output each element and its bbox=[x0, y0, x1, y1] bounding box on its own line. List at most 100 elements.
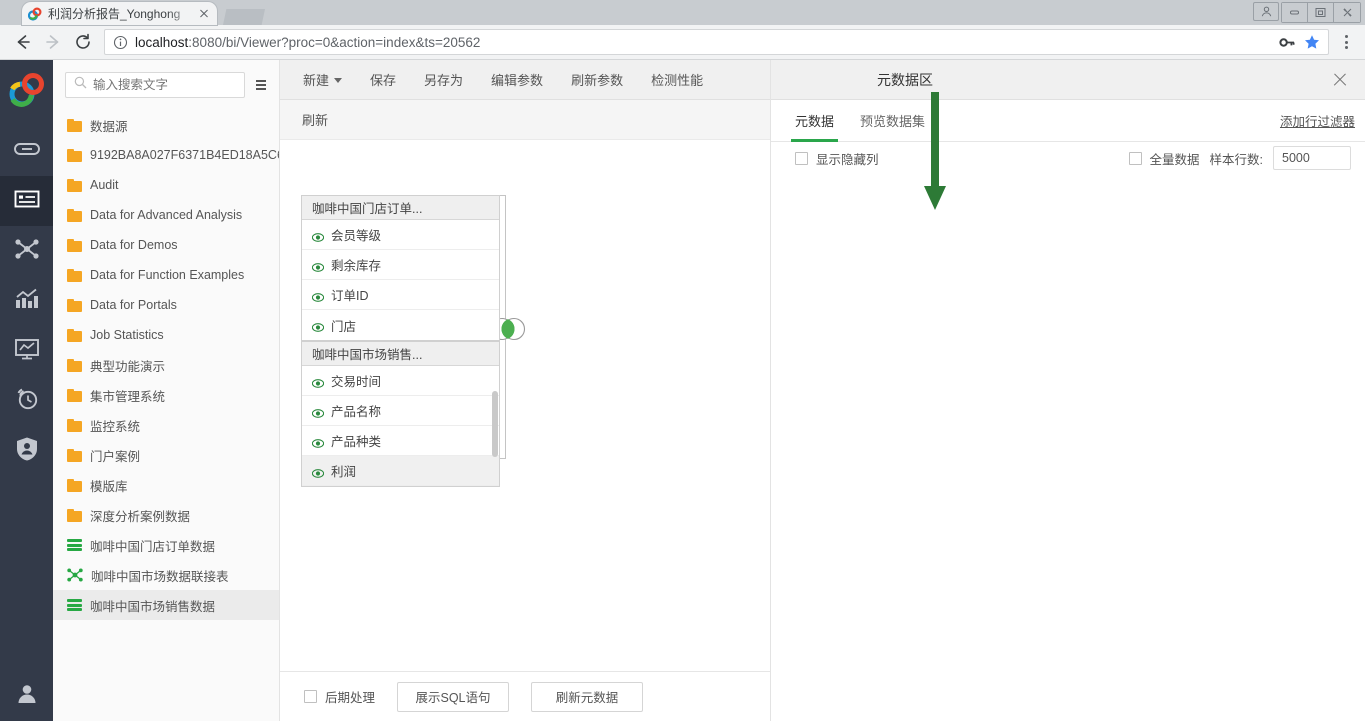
folder-icon bbox=[67, 178, 82, 192]
tree-item[interactable]: 门户案例 bbox=[53, 440, 279, 470]
back-arrow-icon[interactable] bbox=[8, 27, 38, 57]
tree-item-label: Data for Function Examples bbox=[90, 268, 245, 282]
yonghong-rings-logo bbox=[7, 70, 47, 110]
tree-item-label: 咖啡中国市场销售数据 bbox=[90, 599, 216, 614]
field-row[interactable]: 会员等级 bbox=[302, 220, 499, 250]
dataset-icon bbox=[67, 539, 82, 552]
minimize-icon[interactable] bbox=[1282, 3, 1308, 22]
toolbar-item-2[interactable]: 另存为 bbox=[411, 60, 476, 100]
tree-item-label: 咖啡中国市场数据联接表 bbox=[91, 569, 229, 584]
field-row[interactable]: 产品名称 bbox=[302, 396, 499, 426]
toolbar-item-4[interactable]: 刷新参数 bbox=[558, 60, 636, 100]
tree-item[interactable]: 集市管理系统 bbox=[53, 380, 279, 410]
sidebar-item-dashboard[interactable] bbox=[0, 326, 53, 376]
new-tab-button[interactable] bbox=[223, 9, 265, 25]
card-scrollbar[interactable] bbox=[492, 391, 498, 457]
checkbox-box[interactable] bbox=[1128, 151, 1142, 165]
tree-item[interactable]: 监控系统 bbox=[53, 410, 279, 440]
refresh-metadata-button[interactable]: 刷新元数据 bbox=[531, 681, 644, 712]
password-key-icon[interactable] bbox=[1279, 35, 1296, 50]
search-icon bbox=[74, 76, 87, 94]
tree-item[interactable]: 咖啡中国市场数据联接表 bbox=[53, 560, 279, 590]
source-table-card[interactable]: 咖啡中国门店订单... 会员等级 剩余库存 订单ID 门店 bbox=[301, 195, 500, 341]
left-icon-rail bbox=[0, 60, 53, 721]
tree-item[interactable]: 深度分析案例数据 bbox=[53, 500, 279, 530]
show-hidden-columns-checkbox[interactable]: 显示隐藏列 bbox=[795, 149, 879, 168]
tree-item[interactable]: 典型功能演示 bbox=[53, 350, 279, 380]
folder-icon bbox=[67, 298, 82, 312]
tree-item[interactable]: Job Statistics bbox=[53, 320, 279, 350]
source-table-card[interactable]: 咖啡中国市场销售... 交易时间 产品名称 产品种类 利润 bbox=[301, 341, 500, 487]
toolbar-item-1[interactable]: 保存 bbox=[357, 60, 409, 100]
toolbar-item-0[interactable]: 新建 bbox=[290, 60, 355, 100]
tree-item-label: 监控系统 bbox=[90, 419, 141, 434]
tree-item[interactable]: 9192BA8A027F6371B4ED18A5C6E bbox=[53, 140, 279, 170]
folder-icon bbox=[67, 418, 82, 432]
tree-item[interactable]: Data for Portals bbox=[53, 290, 279, 320]
tree-item[interactable]: 咖啡中国市场销售数据 bbox=[53, 590, 279, 620]
toolbar-item-3[interactable]: 编辑参数 bbox=[478, 60, 556, 100]
restore-icon[interactable] bbox=[1308, 3, 1334, 22]
chrome-menu-icon[interactable] bbox=[1335, 27, 1357, 57]
show-sql-button[interactable]: 展示SQL语句 bbox=[397, 681, 510, 712]
refresh-label[interactable]: 刷新 bbox=[302, 110, 328, 129]
tree-item[interactable]: 数据源 bbox=[53, 110, 279, 140]
window-controls bbox=[1253, 2, 1361, 23]
post-process-label: 后期处理 bbox=[325, 691, 376, 705]
sidebar-item-analysis-report[interactable] bbox=[0, 276, 53, 326]
post-process-checkbox[interactable]: 后期处理 bbox=[304, 687, 375, 706]
field-row[interactable]: 订单ID bbox=[302, 280, 499, 310]
user-avatar-icon[interactable] bbox=[0, 681, 53, 707]
field-label: 订单ID bbox=[331, 289, 369, 303]
sidebar-item-permissions[interactable] bbox=[0, 426, 53, 476]
tab-preview-dataset[interactable]: 预览数据集 bbox=[860, 100, 925, 142]
field-row[interactable]: 产品种类 bbox=[302, 426, 499, 456]
toolbar-item-label: 编辑参数 bbox=[491, 73, 544, 88]
eye-visible-icon bbox=[311, 291, 325, 302]
folder-icon bbox=[67, 448, 82, 462]
field-label: 门店 bbox=[331, 319, 357, 334]
search-input[interactable] bbox=[93, 78, 236, 92]
panel-close-icon[interactable] bbox=[1327, 67, 1353, 93]
join-canvas[interactable]: 咖啡中国门店订单... 会员等级 剩余库存 订单ID 门店 咖啡中国市场销售..… bbox=[280, 140, 770, 671]
field-row[interactable]: 剩余库存 bbox=[302, 250, 499, 280]
eye-visible-icon bbox=[311, 377, 325, 388]
tab-close-icon[interactable] bbox=[197, 7, 211, 21]
tree-item[interactable]: Data for Function Examples bbox=[53, 260, 279, 290]
link-icon bbox=[13, 139, 41, 164]
reload-icon[interactable] bbox=[68, 27, 98, 57]
tree-item[interactable]: Data for Demos bbox=[53, 230, 279, 260]
resource-tree-list: 数据源 9192BA8A027F6371B4ED18A5C6E Audit Data … bbox=[53, 108, 279, 721]
full-data-checkbox[interactable]: 全量数据 bbox=[1128, 149, 1200, 168]
browser-tab[interactable]: 利润分析报告_Yonghong bbox=[22, 2, 217, 25]
editor-toolbar: 新建 保存 另存为 编辑参数 刷新参数 检测性能 bbox=[280, 60, 770, 100]
sidebar-item-schedule-task[interactable] bbox=[0, 376, 53, 426]
add-row-filter-link[interactable]: 添加行过滤器 bbox=[1280, 111, 1355, 130]
tab-metadata[interactable]: 元数据 bbox=[790, 100, 839, 142]
user-profile-icon[interactable] bbox=[1253, 2, 1279, 21]
tree-item[interactable]: Audit bbox=[53, 170, 279, 200]
checkbox-box[interactable] bbox=[795, 151, 808, 165]
sidebar-item-dataset[interactable] bbox=[0, 176, 53, 226]
field-row[interactable]: 利润 bbox=[302, 456, 499, 486]
address-bar[interactable]: localhost:8080/bi/Viewer?proc=0&action=i… bbox=[104, 29, 1329, 55]
tree-item[interactable]: Data for Advanced Analysis bbox=[53, 200, 279, 230]
node-network-icon bbox=[14, 237, 40, 266]
table-card-fields: 会员等级 剩余库存 订单ID 门店 bbox=[302, 220, 499, 340]
tree-item[interactable]: 模版库 bbox=[53, 470, 279, 500]
sample-rows-input[interactable]: 5000 bbox=[1273, 146, 1351, 170]
table-card-title: 咖啡中国市场销售... bbox=[302, 342, 499, 366]
bookmark-star-icon[interactable] bbox=[1304, 34, 1320, 50]
info-circle-icon[interactable] bbox=[113, 35, 128, 50]
toolbar-item-5[interactable]: 检测性能 bbox=[638, 60, 716, 100]
list-menu-icon[interactable] bbox=[253, 80, 269, 90]
sidebar-item-data-modeling[interactable] bbox=[0, 226, 53, 276]
window-close-icon[interactable] bbox=[1334, 3, 1360, 22]
checkbox-box[interactable] bbox=[304, 690, 317, 703]
tree-item[interactable]: 咖啡中国门店订单数据 bbox=[53, 530, 279, 560]
search-box[interactable] bbox=[65, 72, 245, 98]
field-row[interactable]: 交易时间 bbox=[302, 366, 499, 396]
sidebar-item-data-connection[interactable] bbox=[0, 126, 53, 176]
tree-item-label: Data for Advanced Analysis bbox=[90, 208, 243, 222]
field-row[interactable]: 门店 bbox=[302, 310, 499, 340]
